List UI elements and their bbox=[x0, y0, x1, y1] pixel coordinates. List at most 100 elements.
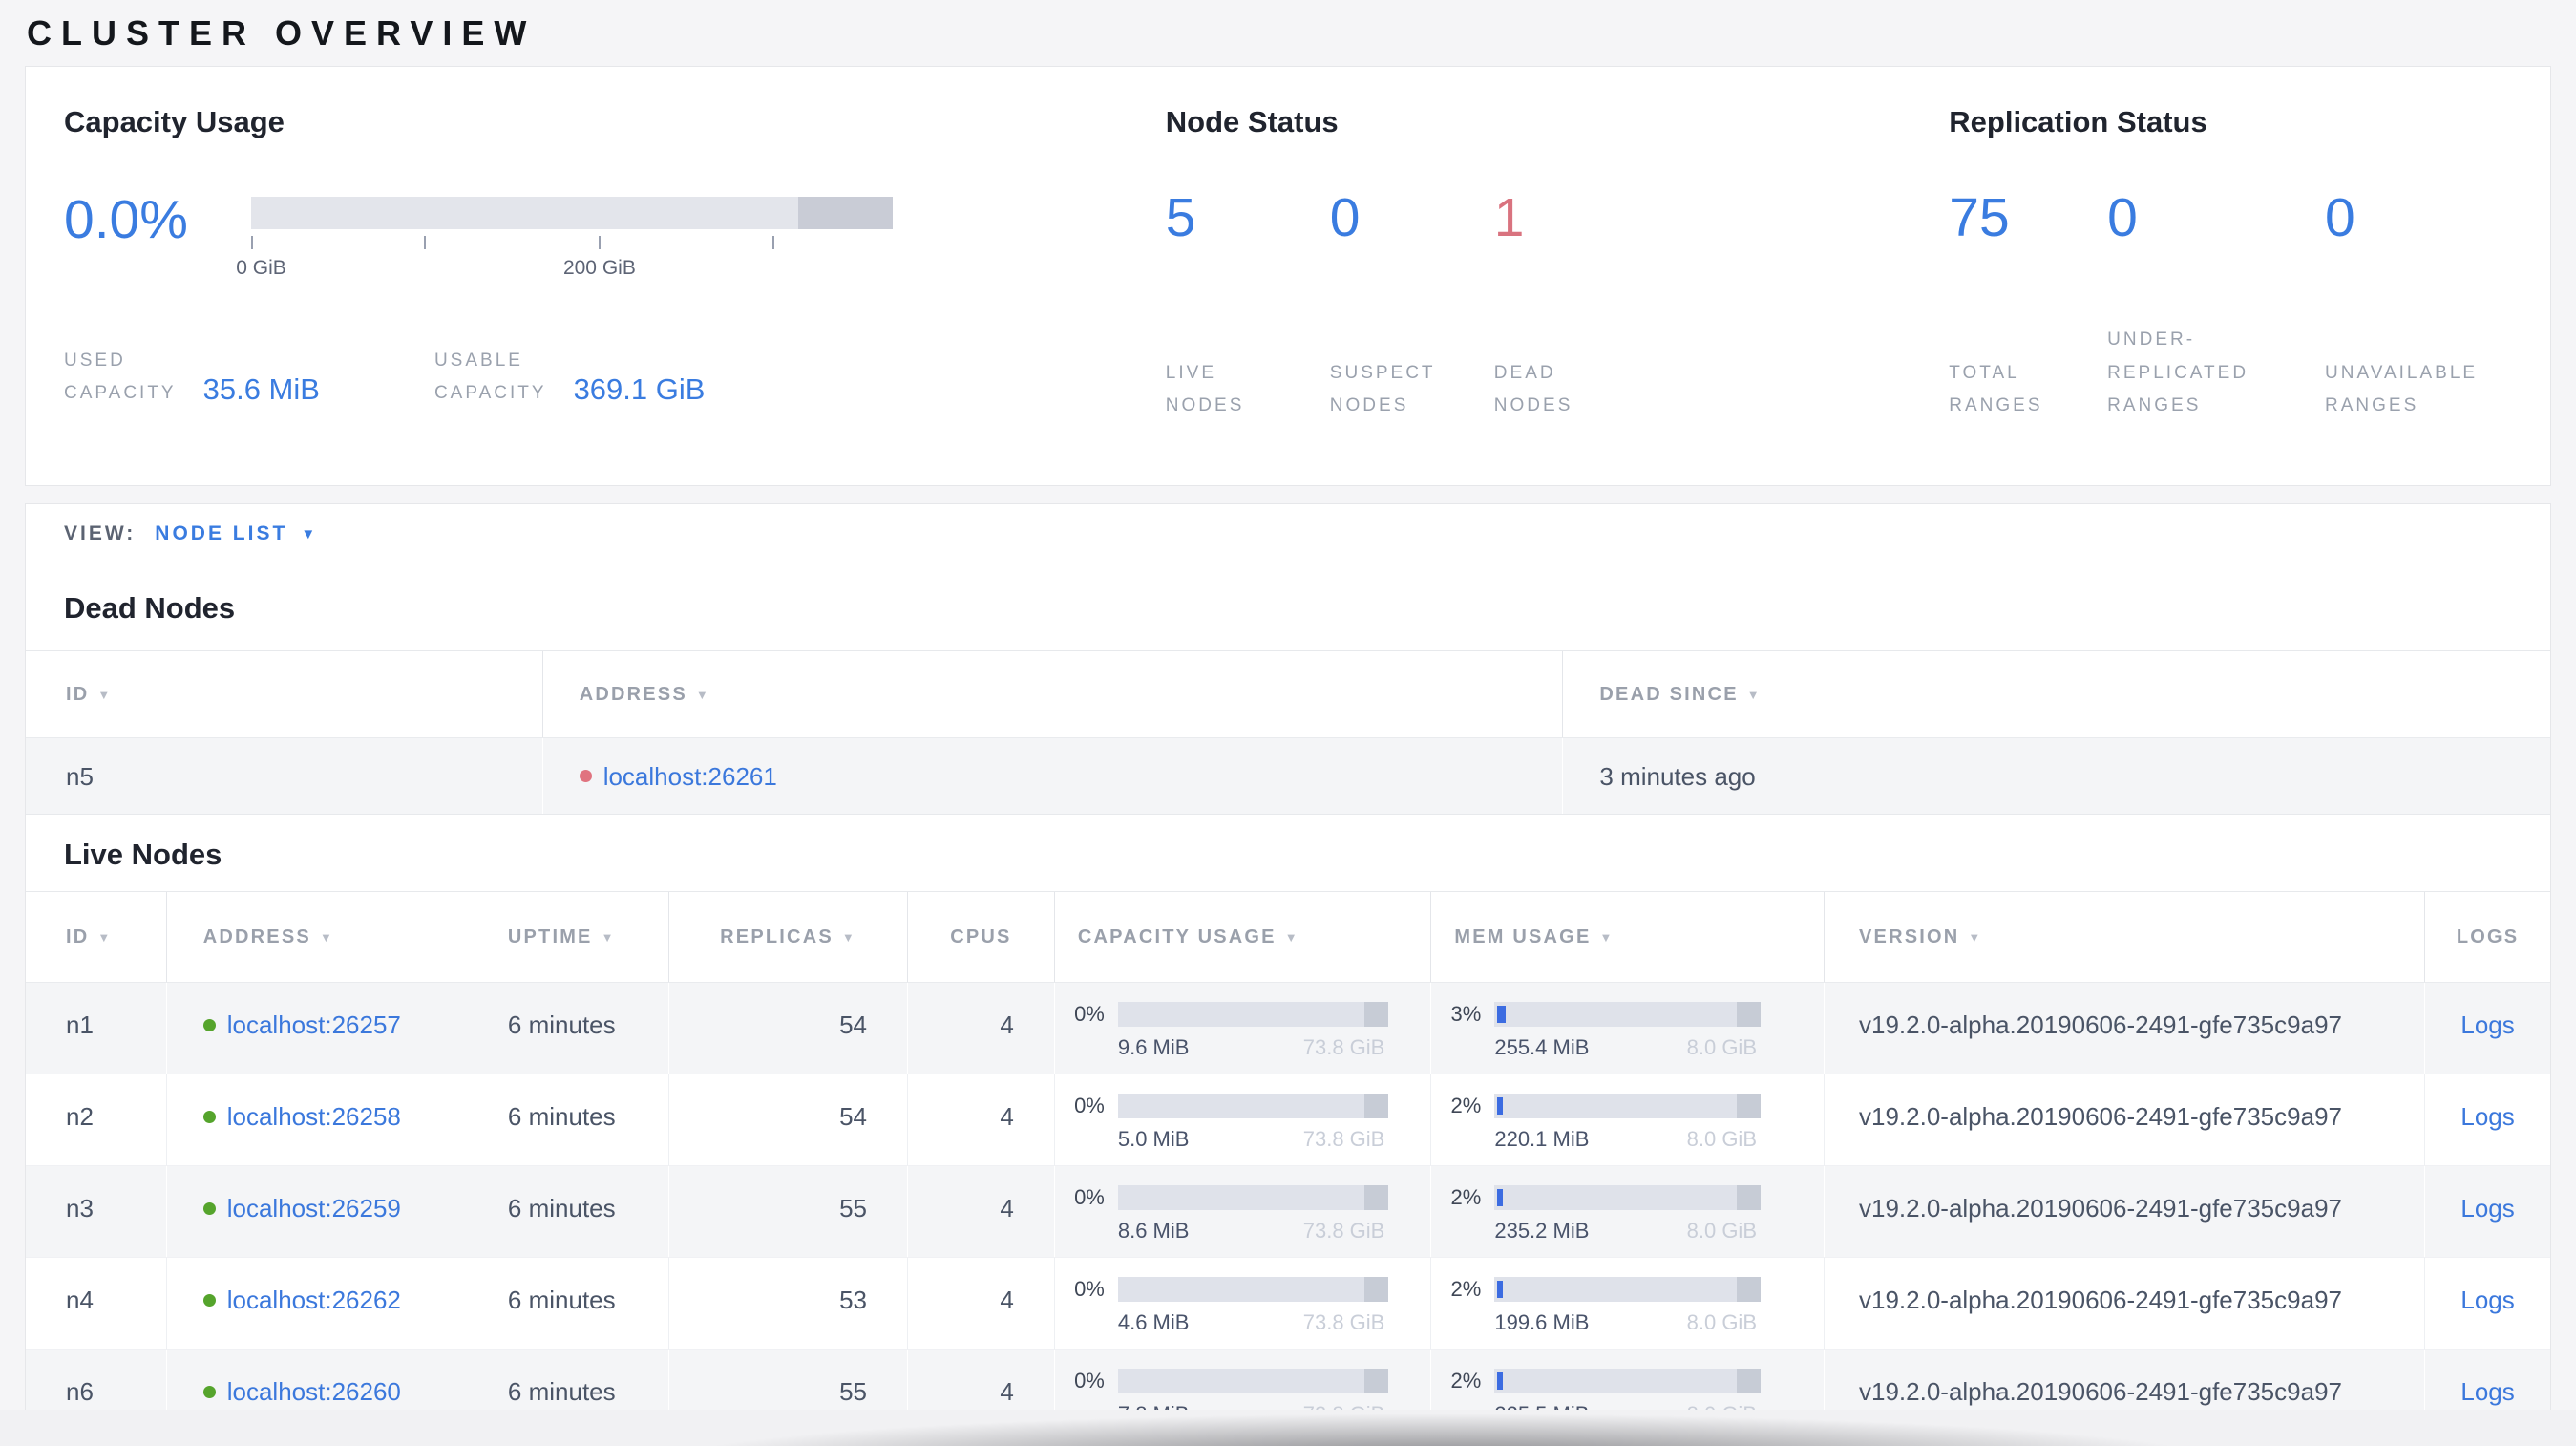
capacity-usage-cell: 0% 9.6 MiB 73.8 GiB bbox=[1053, 983, 1430, 1074]
node-version: v19.2.0-alpha.20190606-2491-gfe735c9a97 bbox=[1859, 1194, 2342, 1223]
viewport-bottom-shadow bbox=[0, 1410, 2576, 1446]
node-address-link[interactable]: localhost:26262 bbox=[227, 1285, 401, 1315]
replication-status-title: Replication Status bbox=[1949, 105, 2207, 138]
dead-nodes-count: 1 bbox=[1493, 187, 1525, 248]
live-col-capacity-usage[interactable]: CAPACITY USAGE ▼ bbox=[1053, 892, 1430, 982]
sort-desc-icon: ▼ bbox=[319, 929, 335, 945]
live-node-row: n1 localhost:26257 6 minutes 54 4 0% 9.6… bbox=[26, 983, 2550, 1074]
node-id: n1 bbox=[66, 1010, 94, 1039]
capacity-mini-bar bbox=[1117, 1369, 1389, 1393]
node-address-link[interactable]: localhost:26258 bbox=[227, 1101, 401, 1132]
logs-link[interactable]: Logs bbox=[2460, 1194, 2514, 1223]
node-replicas: 55 bbox=[839, 1377, 867, 1406]
live-status-dot-icon bbox=[202, 1018, 216, 1031]
logs-link[interactable]: Logs bbox=[2460, 1377, 2514, 1406]
view-label: VIEW: bbox=[64, 522, 137, 544]
sort-desc-icon: ▼ bbox=[97, 929, 113, 945]
view-dropdown[interactable]: NODE LIST ▼ bbox=[155, 522, 318, 545]
logs-link[interactable]: Logs bbox=[2460, 1286, 2514, 1314]
mem-usage-cell: 2% 235.2 MiB 8.0 GiB bbox=[1430, 1166, 1824, 1257]
suspect-nodes-count: 0 bbox=[1329, 187, 1361, 248]
live-col-replicas[interactable]: REPLICAS ▼ bbox=[668, 892, 907, 982]
live-status-dot-icon bbox=[202, 1385, 216, 1398]
node-version: v19.2.0-alpha.20190606-2491-gfe735c9a97 bbox=[1859, 1010, 2342, 1039]
live-nodes-heading: Live Nodes bbox=[64, 838, 222, 871]
replication-status-section: Replication Status 75 TOTAL RANGES 0 UND… bbox=[1949, 103, 2512, 422]
node-address-link[interactable]: localhost:26260 bbox=[227, 1376, 401, 1407]
node-uptime: 6 minutes bbox=[507, 1377, 616, 1406]
mem-usage-cell: 3% 255.4 MiB 8.0 GiB bbox=[1430, 983, 1824, 1074]
capacity-mini-bar bbox=[1117, 1094, 1389, 1118]
capacity-used-percent: 0.0% bbox=[64, 189, 188, 250]
dead-status-dot-icon bbox=[579, 770, 592, 782]
mem-mini-bar bbox=[1494, 1185, 1761, 1210]
node-uptime: 6 minutes bbox=[507, 1286, 616, 1314]
view-bar: VIEW: NODE LIST ▼ bbox=[26, 504, 2550, 564]
live-col-address[interactable]: ADDRESS ▼ bbox=[165, 892, 454, 982]
dead-nodes-heading: Dead Nodes bbox=[64, 591, 236, 625]
live-nodes-table: ID ▼ ADDRESS ▼ UPTIME ▼ REPLICAS ▼ CPUS … bbox=[26, 891, 2550, 1441]
node-id: n6 bbox=[66, 1377, 94, 1406]
live-col-uptime[interactable]: UPTIME ▼ bbox=[454, 892, 668, 982]
node-cpus: 4 bbox=[1000, 1286, 1014, 1314]
page-title: CLUSTER OVERVIEW bbox=[27, 13, 537, 53]
live-nodes-header-row: ID ▼ ADDRESS ▼ UPTIME ▼ REPLICAS ▼ CPUS … bbox=[26, 891, 2550, 983]
live-status-dot-icon bbox=[202, 1201, 216, 1215]
total-ranges-label: TOTAL RANGES bbox=[1949, 362, 2043, 415]
live-status-dot-icon bbox=[202, 1293, 216, 1307]
live-col-version[interactable]: VERSION ▼ bbox=[1824, 892, 2424, 982]
sort-desc-icon: ▼ bbox=[97, 687, 113, 702]
node-address-link[interactable]: localhost:26257 bbox=[227, 1010, 401, 1040]
capacity-usage-cell: 0% 5.0 MiB 73.8 GiB bbox=[1053, 1074, 1430, 1165]
dead-node-row: n5 localhost:26261 3 minutes ago bbox=[26, 738, 2550, 815]
mem-mini-bar bbox=[1494, 1369, 1761, 1393]
node-cpus: 4 bbox=[1000, 1377, 1014, 1406]
sort-desc-icon: ▼ bbox=[841, 929, 856, 945]
live-nodes-count: 5 bbox=[1165, 187, 1196, 248]
capacity-usage-cell: 0% 4.6 MiB 73.8 GiB bbox=[1053, 1258, 1430, 1349]
node-status-section: Node Status 5 LIVE NODES 0 SUSPECT NODES… bbox=[1166, 103, 1949, 422]
sort-desc-icon: ▼ bbox=[1968, 929, 1983, 945]
capacity-mini-bar bbox=[1117, 1277, 1389, 1302]
under-replicated-label: UNDER- REPLICATED RANGES bbox=[2107, 330, 2249, 415]
dead-nodes-header-row: ID ▼ ADDRESS ▼ DEAD SINCE ▼ bbox=[26, 650, 2550, 738]
dead-node-address-link[interactable]: localhost:26261 bbox=[603, 761, 777, 792]
capacity-bar-track bbox=[251, 197, 893, 229]
live-node-row: n3 localhost:26259 6 minutes 55 4 0% 8.6… bbox=[26, 1166, 2550, 1258]
sort-desc-icon: ▼ bbox=[1746, 687, 1762, 702]
node-replicas: 54 bbox=[839, 1102, 867, 1131]
dead-col-dead-since[interactable]: DEAD SINCE ▼ bbox=[1562, 651, 2550, 737]
cluster-summary-card: Capacity Usage 0.0% 0 GiB 200 GiB USED C… bbox=[25, 66, 2551, 486]
capacity-mini-bar bbox=[1117, 1185, 1389, 1210]
node-replicas: 55 bbox=[839, 1194, 867, 1223]
dead-col-id[interactable]: ID ▼ bbox=[26, 651, 542, 737]
total-ranges-stat: 75 TOTAL RANGES bbox=[1949, 189, 2107, 422]
mem-mini-bar bbox=[1494, 1277, 1761, 1302]
live-col-mem-usage[interactable]: MEM USAGE ▼ bbox=[1430, 892, 1824, 982]
node-replicas: 53 bbox=[839, 1286, 867, 1314]
node-address-link[interactable]: localhost:26259 bbox=[227, 1193, 401, 1223]
sort-desc-icon: ▼ bbox=[1599, 929, 1615, 945]
caret-down-icon: ▼ bbox=[301, 525, 319, 542]
node-id: n2 bbox=[66, 1102, 94, 1131]
dead-nodes-label: DEAD NODES bbox=[1493, 362, 1573, 415]
node-status-title: Node Status bbox=[1165, 105, 1339, 138]
capacity-usage-title: Capacity Usage bbox=[64, 105, 285, 138]
used-capacity-value: 35.6 MiB bbox=[202, 372, 320, 407]
capacity-mini-bar bbox=[1117, 1002, 1389, 1027]
node-version: v19.2.0-alpha.20190606-2491-gfe735c9a97 bbox=[1859, 1102, 2342, 1131]
capacity-usage-cell: 0% 8.6 MiB 73.8 GiB bbox=[1053, 1166, 1430, 1257]
node-id: n4 bbox=[66, 1286, 94, 1314]
live-status-dot-icon bbox=[202, 1110, 216, 1123]
usable-capacity-value: 369.1 GiB bbox=[573, 372, 706, 407]
live-node-row: n4 localhost:26262 6 minutes 53 4 0% 4.6… bbox=[26, 1258, 2550, 1350]
dead-col-address[interactable]: ADDRESS ▼ bbox=[541, 651, 1563, 737]
dead-nodes-stat: 1 DEAD NODES bbox=[1494, 189, 1658, 422]
node-uptime: 6 minutes bbox=[507, 1194, 616, 1223]
node-version: v19.2.0-alpha.20190606-2491-gfe735c9a97 bbox=[1859, 1377, 2342, 1406]
logs-link[interactable]: Logs bbox=[2460, 1010, 2514, 1039]
live-col-id[interactable]: ID ▼ bbox=[26, 892, 166, 982]
node-replicas: 54 bbox=[839, 1010, 867, 1039]
sort-desc-icon: ▼ bbox=[695, 687, 710, 702]
logs-link[interactable]: Logs bbox=[2460, 1102, 2514, 1131]
